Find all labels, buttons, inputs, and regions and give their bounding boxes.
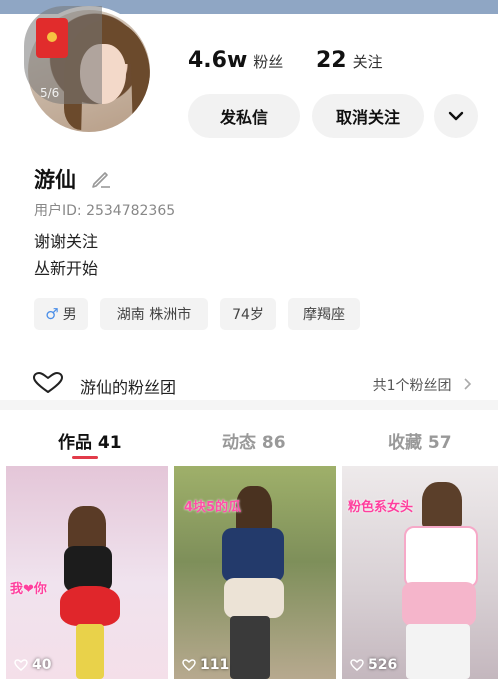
followers-value: 4.6w — [188, 48, 248, 73]
avatar[interactable]: 5/6 — [24, 6, 154, 136]
post-overlay-text: 我❤你 — [10, 582, 47, 597]
chevron-down-icon — [448, 111, 464, 121]
bio-line-1: 谢谢关注 — [34, 232, 99, 251]
fan-group-count: 共1个粉丝团 — [373, 375, 472, 395]
section-divider — [0, 400, 498, 410]
edit-icon[interactable] — [90, 167, 112, 189]
following-label: 关注 — [352, 53, 383, 71]
zodiac-tag: 摩羯座 — [288, 298, 360, 330]
gender-tag: ♂ 男 — [34, 298, 88, 330]
post-tile[interactable]: 我❤你 40 — [6, 466, 168, 679]
tab-moments[interactable]: 动态 86 — [222, 428, 286, 453]
post-likes: 526 — [350, 657, 397, 673]
heart-outline-icon — [14, 659, 28, 671]
red-packet-icon — [36, 18, 68, 58]
followers-label: 粉丝 — [253, 53, 284, 71]
send-message-button[interactable]: 发私信 — [188, 94, 300, 138]
red-packet-count: 5/6 — [40, 86, 60, 100]
heart-outline-icon — [182, 659, 196, 671]
post-likes: 40 — [14, 657, 51, 673]
post-overlay-text: 粉色系女头 — [348, 500, 414, 515]
followers-stat[interactable]: 4.6w 粉丝 — [188, 48, 283, 73]
male-icon: ♂ — [45, 305, 59, 323]
active-tab-indicator — [72, 456, 98, 459]
bio-line-2: 丛新开始 — [34, 259, 99, 278]
profile-card: 5/6 4.6w 粉丝 22 关注 发私信 取消关注 游仙 用户ID: 253478… — [0, 6, 498, 397]
following-value: 22 — [316, 48, 347, 73]
post-tile[interactable]: 粉色系女头 526 — [342, 466, 498, 679]
post-overlay-text: 4块5的瓜 — [184, 500, 242, 515]
tab-favorites[interactable]: 收藏 57 — [388, 428, 452, 453]
tab-works[interactable]: 作品 41 — [58, 428, 122, 453]
heart-outline-icon — [350, 659, 364, 671]
content-tabs: 作品 41 动态 86 收藏 57 — [0, 410, 498, 462]
unfollow-button[interactable]: 取消关注 — [312, 94, 424, 138]
gender-label: 男 — [62, 307, 77, 323]
profile-name: 游仙 — [34, 168, 76, 192]
red-packet-badge[interactable]: 5/6 — [24, 6, 102, 104]
post-likes: 111 — [182, 657, 229, 673]
age-tag: 74岁 — [220, 298, 276, 330]
fan-group-title: 游仙的粉丝团 — [80, 378, 177, 397]
more-button[interactable] — [434, 94, 478, 138]
posts-grid: 我❤你 40 4块5的瓜 111 粉色系女头 526 — [6, 466, 498, 679]
fan-heart-icon — [33, 372, 63, 393]
chevron-right-icon — [464, 378, 472, 390]
post-tile[interactable]: 4块5的瓜 111 — [174, 466, 336, 679]
user-id: 用户ID: 2534782365 — [34, 203, 176, 219]
location-tag: 湖南 株洲市 — [100, 298, 208, 330]
following-stat[interactable]: 22 关注 — [316, 48, 383, 73]
